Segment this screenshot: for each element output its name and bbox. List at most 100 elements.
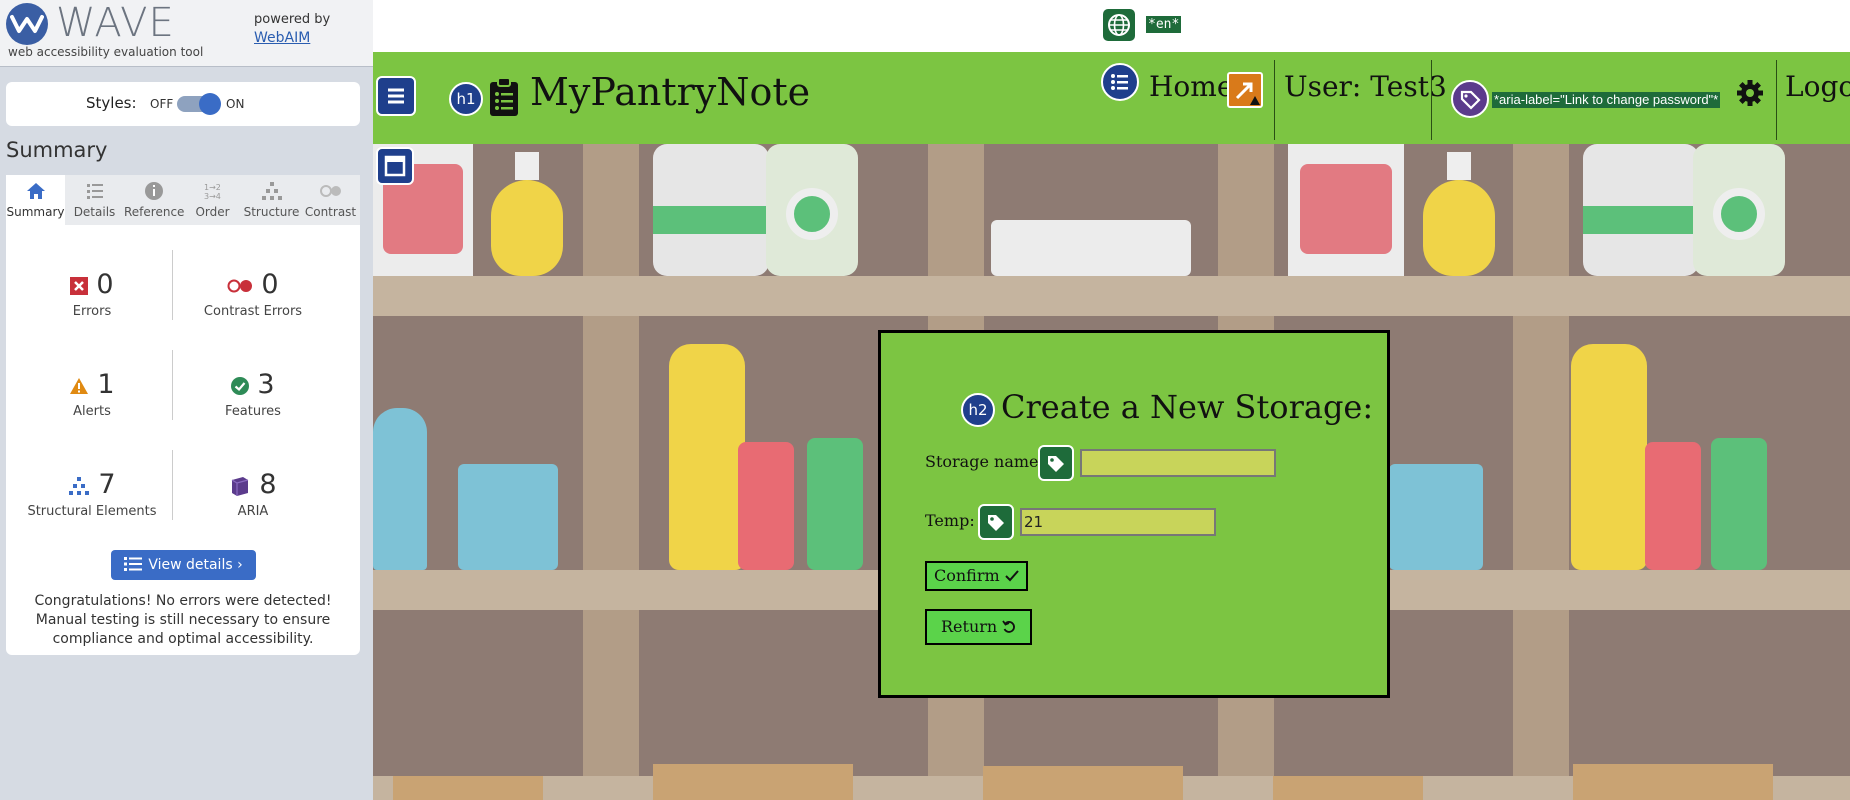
tab-label: Reference [124,205,185,219]
stat-contrast-errors[interactable]: 0 Contrast Errors [173,269,333,319]
stat-alerts[interactable]: 1 Alerts [12,369,172,419]
create-storage-form: h2 Create a New Storage: Storage name: T… [878,330,1390,698]
wave-sidebar: WAVE web accessibility evaluation tool p… [0,0,373,800]
svg-text:1→2: 1→2 [204,183,221,192]
structure-icon [261,182,282,200]
menu-icon[interactable] [376,76,416,116]
gear-icon[interactable] [1735,78,1765,108]
alerts-count: 1 [97,369,115,400]
juice-bottle-image [1571,344,1647,570]
info-icon [144,182,163,200]
vegetable-crate-image [393,776,543,800]
storage-name-label: Storage name: [925,452,1044,471]
page-viewport: *en* h1 MyPantryNote Home User: Test3 *a… [373,0,1850,800]
tab-summary[interactable]: Summary [6,175,65,225]
wave-tagline: web accessibility evaluation tool [8,45,204,59]
summary-title: Summary [6,138,108,162]
tab-label: Summary [6,205,65,219]
language-icon[interactable] [1103,9,1135,41]
check-icon [1005,570,1019,582]
structural-count: 7 [98,469,116,500]
vegetable-crate-image [653,764,853,800]
soda-can-image [1645,442,1701,570]
styles-label: Styles: [86,94,137,112]
nav-logout-link[interactable]: Logo [1785,70,1850,103]
tab-reference[interactable]: Reference [124,175,185,225]
styles-on-label: ON [226,97,245,111]
wave-logo-text: WAVE [56,0,175,46]
tomato-jar-image [1288,144,1404,276]
congrats-message: Congratulations! No errors were detected… [34,593,332,647]
errors-count: 0 [96,269,114,300]
egg-carton-image [991,220,1191,276]
features-count: 3 [257,369,275,400]
structure-icon [69,476,90,495]
nav-divider [1776,60,1777,140]
confirm-button[interactable]: Confirm [925,561,1028,591]
contrast-errors-label: Contrast Errors [203,304,303,319]
home-icon [26,183,45,199]
view-details-button[interactable]: View details › [111,550,256,580]
brand-title[interactable]: MyPantryNote [530,70,810,114]
tab-label: Order [195,205,230,219]
contrast-error-icon [227,279,253,292]
aria-label-badge: *aria-label="Link to change password"* [1492,92,1721,108]
styles-toggle-row: Styles: OFF ON [6,82,360,126]
summary-panel: 0 Errors 0 Contrast Errors 1 Alerts 3 Fe… [6,225,360,655]
wave-tabs: Summary Details Reference 1→2 3→4 Order S… [6,175,360,225]
undo-icon [1002,620,1016,633]
tab-structure[interactable]: Structure [242,175,301,225]
label-tag-icon [978,504,1014,540]
return-button[interactable]: Return [925,609,1033,645]
styles-toggle[interactable] [177,93,221,115]
errors-label: Errors [72,304,112,319]
tin-can-image [1389,464,1483,570]
webaim-link[interactable]: WebAIM [254,30,310,46]
stat-structural[interactable]: 7 Structural Elements [12,469,172,519]
aria-count: 8 [259,469,277,500]
label-tag-icon [1038,445,1074,481]
mushroom-jar-image [1583,144,1699,276]
shelf-post [583,144,639,800]
stat-aria[interactable]: 8 ARIA [173,469,333,519]
soda-can-image [738,442,794,570]
wave-logo-icon [6,3,48,45]
tab-contrast[interactable]: Contrast [301,175,360,225]
tab-order[interactable]: 1→2 3→4 Order [183,175,242,225]
nav-home-link[interactable]: Home [1149,70,1233,103]
feature-check-icon [231,376,250,395]
juice-bottle-image [669,344,745,570]
error-icon [70,276,89,295]
nav-divider [1274,60,1275,140]
oil-bottle-image [1423,152,1495,276]
vegetable-crate-image [1573,764,1773,800]
nav-user-label: User: Test3 [1284,70,1447,103]
aria-label-text: ARIA [237,504,269,519]
temp-input[interactable]: 21 [1020,508,1216,536]
toggle-knob [199,93,221,115]
list-nav-icon [1101,63,1139,101]
confirm-label: Confirm [934,566,1000,585]
redundant-link-alert-icon [1227,72,1263,108]
clipboard-list-icon [490,77,518,116]
stat-features[interactable]: 3 Features [173,369,333,419]
alerts-label: Alerts [73,404,111,419]
stat-errors[interactable]: 0 Errors [12,269,172,319]
view-details-label: View details › [148,557,243,573]
mushroom-jar-image [653,144,769,276]
nav-divider [1431,60,1432,140]
list-icon [124,557,143,571]
tab-label: Structure [243,205,300,219]
h1-badge-icon: h1 [449,82,483,116]
tab-details[interactable]: Details [65,175,124,225]
wave-header: WAVE web accessibility evaluation tool p… [0,0,373,67]
storage-name-input[interactable] [1080,449,1276,477]
order-icon: 1→23→4 [204,183,221,201]
temp-label: Temp: [925,511,975,530]
navbar: h1 MyPantryNote Home User: Test3 *aria-l… [373,52,1850,144]
powered-by-label: powered by [254,12,331,27]
cream-bottle-image [373,408,427,570]
tin-can-image [458,464,558,570]
aria-cube-icon [232,476,249,496]
shelf-post [1513,144,1569,800]
